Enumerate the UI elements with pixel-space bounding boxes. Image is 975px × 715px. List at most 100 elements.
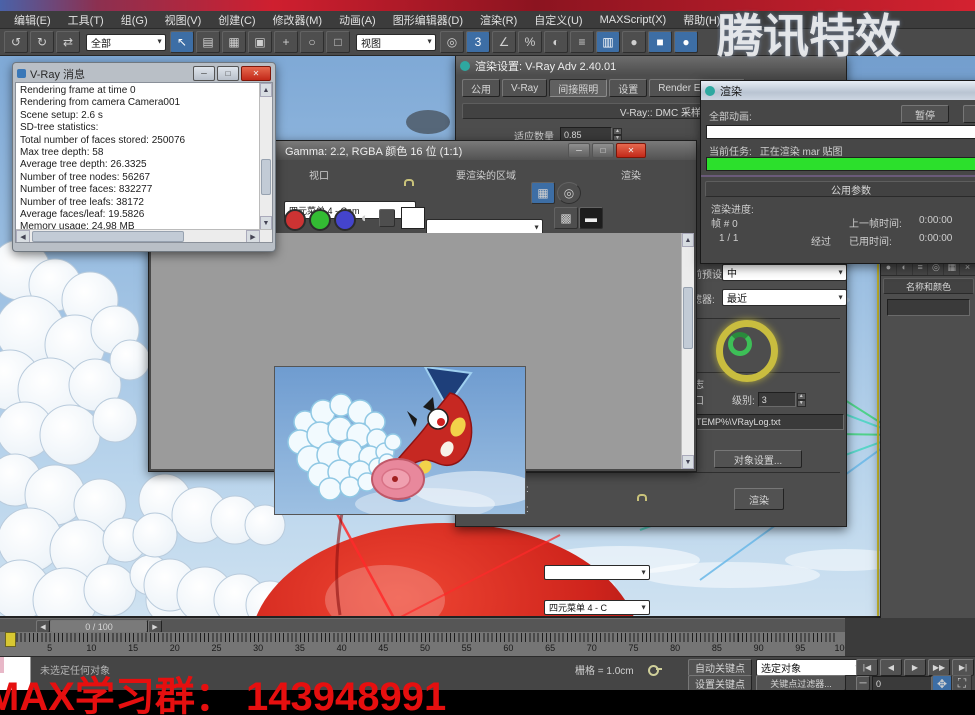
align-icon[interactable]: ≡ (570, 31, 594, 53)
gi-filter-dropdown[interactable]: 最近 (722, 289, 847, 306)
menu-item-1[interactable]: 工具(T) (68, 12, 104, 28)
menu-item-11[interactable]: 帮助(H) (683, 12, 720, 28)
key-filters-button[interactable]: 关键点过滤器... (756, 675, 846, 691)
render-setup-tab-公用[interactable]: 公用 (462, 79, 500, 97)
common-params-rollout[interactable]: 公用参数 (705, 181, 975, 197)
log-level-spinner[interactable]: ▲▼ (797, 393, 806, 407)
frame-zero-marker[interactable] (5, 632, 16, 647)
menu-item-3[interactable]: 视图(V) (165, 12, 202, 28)
log-level-row: 窗口 级别: 3 ▲▼ (684, 392, 842, 407)
set-key-button[interactable]: 设置关键点 (688, 675, 752, 691)
selection-set-dropdown[interactable]: 选定对象 (756, 659, 864, 676)
log-level-field[interactable]: 3 (758, 392, 796, 407)
selection-filter-dropdown[interactable]: 全部 (86, 34, 166, 51)
vray-log-vscrollbar[interactable]: ▲ ▼ (259, 83, 272, 230)
preset-dropdown[interactable] (544, 565, 650, 580)
render-setup-tab-V-Ray[interactable]: V-Ray (502, 79, 547, 97)
play-button[interactable]: ▶ (904, 659, 926, 676)
ruler-label-85: 85 (712, 643, 722, 653)
alpha-channel-icon[interactable]: ◐ (361, 210, 369, 225)
track-icon[interactable]: ▬ (579, 207, 603, 229)
current-time-field[interactable]: 0 (872, 676, 932, 691)
redo-icon[interactable]: ↻ (30, 31, 54, 53)
render-production-icon[interactable]: ● (674, 31, 698, 53)
name-color-rollout[interactable]: 名称和颜色 (883, 278, 974, 294)
blue-channel-icon[interactable] (334, 209, 356, 231)
window-crossing-icon[interactable]: ▣ (248, 31, 272, 53)
track-bar[interactable]: 5101520253035404550556065707580859095100 (0, 632, 845, 656)
undo-icon[interactable]: ↺ (4, 31, 28, 53)
vray-log-titlebar[interactable]: V-Ray 消息 ─ □ ✕ (15, 65, 273, 82)
render-setup-tab-间接照明[interactable]: 间接照明 (549, 79, 607, 97)
render-setup-tab-设置[interactable]: 设置 (609, 79, 647, 97)
object-name-field[interactable] (887, 299, 970, 316)
auto-region-icon[interactable]: ◎ (557, 182, 581, 204)
minimize-button[interactable]: ─ (193, 66, 215, 81)
move-icon[interactable]: + (274, 31, 298, 53)
select-link-icon[interactable]: ⇄ (56, 31, 80, 53)
layers-icon[interactable]: ▩ (554, 207, 578, 229)
menu-item-10[interactable]: MAXScript(X) (600, 14, 667, 26)
clear-color-swatch[interactable] (401, 207, 425, 229)
object-settings-button[interactable]: 对象设置... (714, 450, 802, 468)
select-by-name-icon[interactable]: ▤ (196, 31, 220, 53)
gi-preset-dropdown[interactable]: 中 (722, 264, 847, 281)
layer-manager-icon[interactable]: ▥ (596, 31, 620, 53)
vray-log-hscrollbar[interactable]: ◀ ▶ (16, 229, 272, 242)
maxscript-mini-listener[interactable] (0, 657, 31, 690)
progress-titlebar[interactable]: 渲染 (701, 81, 975, 100)
key-mode-toggle[interactable]: ─ (856, 676, 870, 691)
material-editor-icon[interactable]: ● (622, 31, 646, 53)
menu-item-8[interactable]: 渲染(R) (480, 12, 517, 28)
menu-item-7[interactable]: 图形编辑器(D) (393, 12, 463, 28)
select-object-icon[interactable]: ↖ (170, 31, 194, 53)
close-button[interactable]: ✕ (241, 66, 271, 81)
red-channel-icon[interactable] (284, 209, 306, 231)
ref-coord-dropdown[interactable]: 视图 (356, 34, 436, 51)
prev-key-button[interactable]: ◀ (880, 659, 902, 676)
rotate-icon[interactable]: ○ (300, 31, 324, 53)
menu-item-4[interactable]: 创建(C) (218, 12, 255, 28)
rendered-image (274, 366, 526, 515)
render-setup-icon[interactable]: ■ (648, 31, 672, 53)
frame-canvas-scrollbar[interactable]: ▲ ▼ (681, 233, 694, 469)
view-dropdown[interactable]: 四元菜单 4 - C (544, 600, 650, 615)
frame-canvas[interactable]: ▲ ▼ (151, 233, 694, 469)
cancel-button[interactable]: 取消 (963, 105, 975, 123)
menu-item-9[interactable]: 自定义(U) (534, 12, 582, 28)
ruler-label-50: 50 (420, 643, 430, 653)
monochrome-icon[interactable] (379, 209, 395, 227)
scale-icon[interactable]: □ (326, 31, 350, 53)
mirror-icon[interactable]: ◐ (544, 31, 568, 53)
render-button[interactable]: 渲染 (734, 488, 784, 510)
rect-region-icon[interactable]: ▦ (222, 31, 246, 53)
auto-key-button[interactable]: 自动关键点 (688, 659, 752, 676)
time-slider-track[interactable]: ◀ 0 / 100 ▶ (0, 618, 845, 632)
menu-item-0[interactable]: 编辑(E) (14, 12, 51, 28)
menu-item-5[interactable]: 修改器(M) (273, 12, 323, 28)
log-line-4: Total number of faces stored: 250076 (20, 135, 268, 147)
snap-3d-icon[interactable]: 3 (466, 31, 490, 53)
ruler-label-90: 90 (754, 643, 764, 653)
angle-snap-icon[interactable]: ∠ (492, 31, 516, 53)
pause-button[interactable]: 暂停 (901, 105, 949, 123)
minimize-button[interactable]: ─ (568, 143, 590, 158)
maximize-button[interactable]: □ (217, 66, 239, 81)
maximize-button[interactable]: □ (592, 143, 614, 158)
menu-item-2[interactable]: 组(G) (121, 12, 148, 28)
go-end-button[interactable]: ▶| (952, 659, 974, 676)
ruler-label-55: 55 (462, 643, 472, 653)
percent-snap-icon[interactable]: % (518, 31, 542, 53)
edit-region-icon[interactable]: ▦ (531, 182, 555, 204)
letterbox (0, 690, 975, 715)
green-channel-icon[interactable] (309, 209, 331, 231)
menu-item-6[interactable]: 动画(A) (339, 12, 376, 28)
log-path-field[interactable]: %TEMP%\VRayLog.txt (684, 414, 844, 430)
menu-bar: 编辑(E) 工具(T) 组(G) 视图(V) 创建(C) 修改器(M) 动画(A) 图形编辑器… (0, 11, 975, 29)
use-center-icon[interactable]: ◎ (440, 31, 464, 53)
close-button[interactable]: ✕ (616, 143, 646, 158)
go-start-button[interactable]: |◀ (856, 659, 878, 676)
next-key-button[interactable]: ▶▶ (928, 659, 950, 676)
vray-log-controls: ─ □ ✕ (191, 66, 271, 81)
render-setup-titlebar[interactable]: 渲染设置: V-Ray Adv 2.40.01 (456, 56, 846, 75)
